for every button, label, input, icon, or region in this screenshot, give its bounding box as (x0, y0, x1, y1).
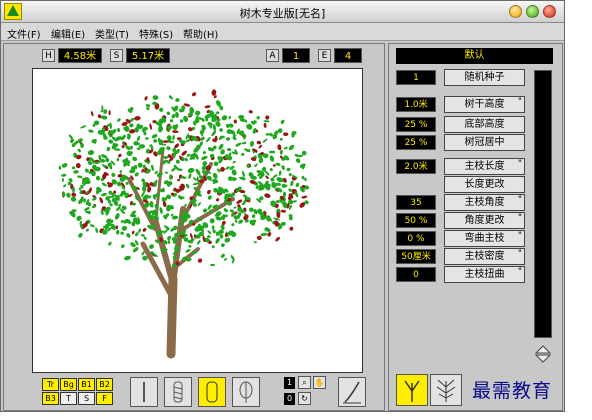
layer-b3-toggle[interactable]: B3 (42, 392, 59, 405)
param-button[interactable]: 树干高度 " (444, 96, 525, 113)
bottom-toolbar: Tr Bg B1 B2 B3 T S F 1 ⌕ ✋ 0 ↻ (4, 374, 384, 410)
menu-type[interactable]: 类型(T) (95, 26, 129, 41)
leaf-icon (239, 381, 253, 403)
layer-t-toggle[interactable]: T (60, 392, 77, 405)
a-tag: A (266, 49, 279, 62)
param-button[interactable]: 主枝角度 " (444, 194, 525, 211)
param-label: 主枝扭曲 (464, 269, 505, 280)
e-readout: 4 (334, 48, 362, 63)
preview-panel: H 4.58米 S 5.17米 A 1 E 4 Tr Bg B1 B2 B3 T… (3, 43, 385, 411)
spread-readout: 5.17米 (126, 48, 170, 63)
shrub-icon (436, 379, 456, 402)
param-mark: " (517, 231, 522, 241)
leaf-shape-button[interactable] (232, 377, 260, 407)
close-button[interactable] (543, 5, 556, 18)
param-button[interactable]: 主枝密度 " (444, 248, 525, 265)
tree-viewport[interactable] (32, 68, 363, 373)
menu-bar: 文件(F) 编辑(E) 类型(T) 特殊(S) 帮助(H) (1, 23, 564, 41)
e-tag: E (318, 49, 331, 62)
cylinder-shape-button[interactable] (198, 377, 226, 407)
minimize-button[interactable] (509, 5, 522, 18)
rotate-icon[interactable]: ↻ (298, 392, 311, 405)
cylinder-icon (206, 381, 218, 403)
pen-icon (343, 381, 361, 404)
menu-edit[interactable]: 编辑(E) (51, 26, 85, 41)
maximize-button[interactable] (526, 5, 539, 18)
bark-icon (173, 381, 183, 403)
vertical-slider[interactable] (534, 70, 552, 338)
param-mark: " (517, 267, 522, 277)
param-mark: " (517, 159, 522, 169)
param-mark: " (517, 97, 522, 107)
random-seed-button[interactable]: 随机种子 (444, 69, 525, 86)
param-label: 角度更改 (464, 215, 505, 226)
param-value[interactable]: 0 % (396, 231, 436, 246)
param-value[interactable]: 25 % (396, 117, 436, 132)
param-button[interactable]: 主枝长度 " (444, 158, 525, 175)
param-button[interactable]: 弯曲主枝 " (444, 230, 525, 247)
param-value[interactable]: 1.0米 (396, 97, 436, 112)
param-value[interactable]: 50厘米 (396, 249, 436, 264)
up-down-arrow-icon (534, 345, 552, 363)
param-mark: " (517, 249, 522, 259)
shrub-mode-button[interactable] (430, 374, 462, 406)
slider-arrows[interactable] (533, 344, 553, 364)
layer-b1-toggle[interactable]: B1 (78, 378, 95, 391)
param-label: 长度更改 (464, 179, 505, 190)
param-label: 主枝角度 (464, 197, 505, 208)
parameter-panel: 默认 1 随机种子 1.0米 树干高度 " 25 % 底部高度 25 % 树冠居中 2.0米主… (388, 43, 563, 411)
menu-special[interactable]: 特殊(S) (139, 26, 173, 41)
param-label: 底部高度 (464, 119, 505, 130)
param-button[interactable]: 长度更改 (444, 176, 525, 193)
layer-tr-toggle[interactable]: Tr (42, 378, 59, 391)
zoom-icon[interactable]: ⌕ (298, 376, 311, 389)
spread-tag: S (110, 49, 123, 62)
app-window: 树木专业版[无名] 文件(F) 编辑(E) 类型(T) 特殊(S) 帮助(H) … (0, 0, 565, 412)
watermark-text: 最需教育 (472, 380, 553, 402)
trunk-shape-button[interactable] (130, 377, 158, 407)
param-value[interactable]: 2.0米 (396, 159, 436, 174)
param-button[interactable]: 树冠居中 (444, 134, 525, 151)
view-number-1: 1 (284, 377, 295, 389)
tree-render (58, 89, 310, 359)
view-number-0: 0 (284, 393, 295, 405)
menu-file[interactable]: 文件(F) (7, 26, 41, 41)
param-button[interactable]: 底部高度 (444, 116, 525, 133)
param-button[interactable]: 主枝扭曲 " (444, 266, 525, 283)
param-label: 主枝长度 (464, 161, 505, 172)
height-readout: 4.58米 (58, 48, 102, 63)
param-label: 弯曲主枝 (464, 233, 505, 244)
title-bar[interactable]: 树木专业版[无名] (1, 1, 564, 23)
hand-icon[interactable]: ✋ (313, 376, 326, 389)
param-mark: " (517, 195, 522, 205)
window-title: 树木专业版[无名] (239, 7, 326, 20)
param-label: 主枝密度 (464, 251, 505, 262)
preset-name[interactable]: 默认 (396, 48, 553, 64)
layer-bg-toggle[interactable]: Bg (60, 378, 77, 391)
line-icon (143, 382, 145, 402)
random-seed-label: 随机种子 (464, 72, 505, 83)
menu-help[interactable]: 帮助(H) (183, 26, 218, 41)
param-value[interactable]: 35 (396, 195, 436, 210)
param-button[interactable]: 角度更改 " (444, 212, 525, 229)
layer-b2-toggle[interactable]: B2 (96, 378, 113, 391)
param-value[interactable]: 25 % (396, 135, 436, 150)
param-label: 树干高度 (464, 99, 505, 110)
draw-tool-button[interactable] (338, 377, 366, 407)
param-mark: " (517, 213, 522, 223)
random-seed-value[interactable]: 1 (396, 70, 436, 85)
height-tag: H (42, 49, 55, 62)
layer-f-toggle[interactable]: F (96, 392, 113, 405)
param-label: 树冠居中 (464, 137, 505, 148)
tree-foliage (58, 89, 310, 267)
param-value[interactable]: 0 (396, 267, 436, 282)
texture-shape-button[interactable] (164, 377, 192, 407)
layer-s-toggle[interactable]: S (78, 392, 95, 405)
param-value[interactable]: 50 % (396, 213, 436, 228)
a-readout: 1 (282, 48, 310, 63)
branch-icon (404, 380, 420, 402)
tree-mode-button[interactable] (396, 374, 428, 406)
